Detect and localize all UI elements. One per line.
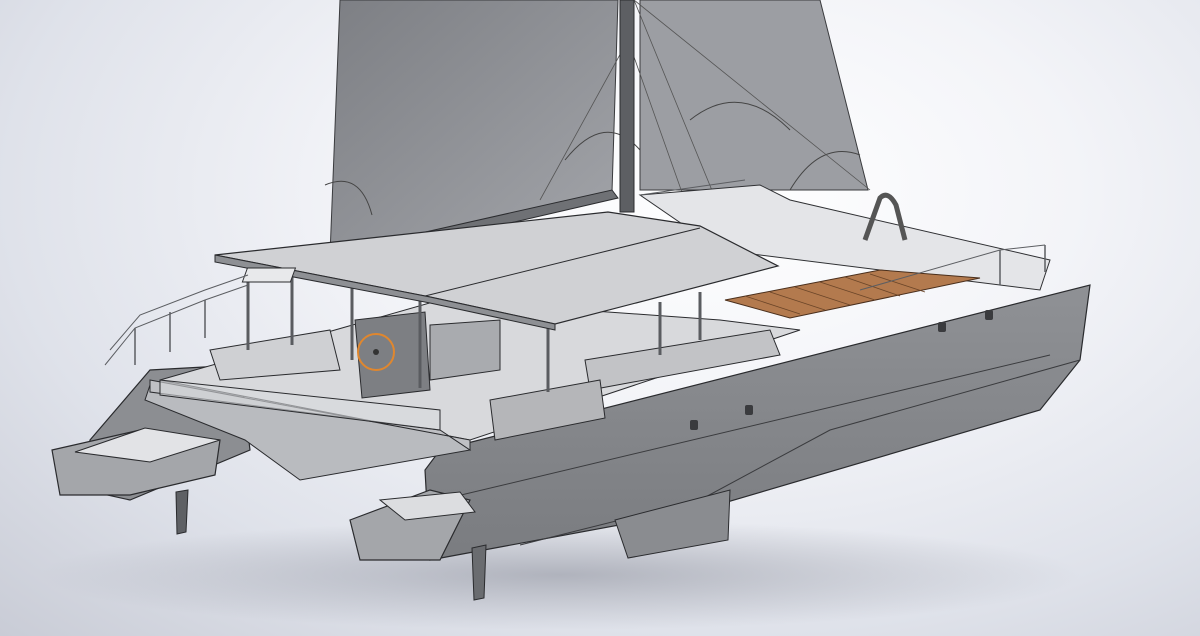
mast <box>619 0 635 213</box>
saloon-cabin <box>429 319 501 381</box>
starboard-rudder <box>471 544 487 601</box>
catamaran-model <box>40 0 1091 630</box>
hardtop-hatch <box>241 267 297 283</box>
teak-deck <box>724 269 981 319</box>
helm-hub <box>373 349 379 355</box>
port-rudder <box>175 489 189 535</box>
hardtop-roof <box>214 211 780 325</box>
cad-viewport <box>0 0 1200 636</box>
headsail <box>639 0 869 191</box>
